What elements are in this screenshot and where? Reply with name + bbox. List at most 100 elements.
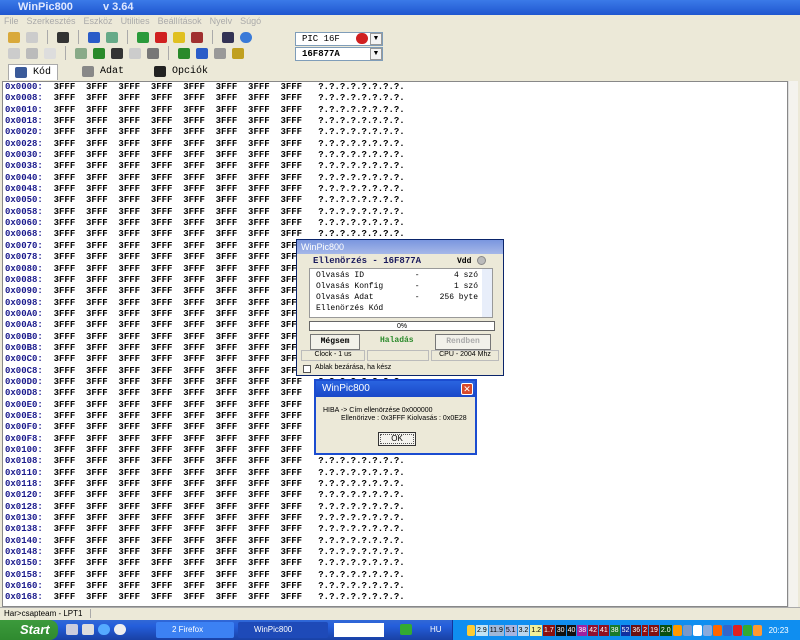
hex-ascii: ?.?.?.?.?.?.?.?. bbox=[318, 172, 405, 183]
language-indicator[interactable]: HU bbox=[430, 625, 442, 634]
hex-row: 0x0020: 3FFF 3FFF 3FFF 3FFF 3FFF 3FFF 3F… bbox=[5, 127, 787, 138]
replace-icon[interactable] bbox=[129, 47, 141, 59]
hex-address: 0x00F8: bbox=[5, 433, 43, 444]
verify-chip-icon[interactable] bbox=[173, 31, 185, 43]
tray-monitor-value[interactable]: 38 bbox=[577, 624, 588, 636]
hex-address: 0x00E8: bbox=[5, 410, 43, 421]
desktop-icon[interactable] bbox=[66, 624, 78, 635]
find-icon[interactable] bbox=[111, 47, 123, 59]
task-firefox[interactable]: 2 Firefox bbox=[156, 622, 234, 638]
update-icon[interactable] bbox=[732, 624, 742, 636]
hex-ascii: ?.?.?.?.?.?.?.?. bbox=[318, 184, 405, 195]
tab-2[interactable]: Opciók bbox=[148, 64, 214, 79]
cut-icon[interactable] bbox=[44, 47, 56, 59]
tray-monitor-value[interactable]: 3.2 bbox=[517, 624, 530, 636]
shield-icon[interactable] bbox=[467, 624, 475, 636]
menu-item[interactable]: File bbox=[4, 16, 19, 26]
media-icon[interactable] bbox=[682, 624, 692, 636]
explorer-icon[interactable] bbox=[82, 624, 94, 635]
close-when-done-checkbox[interactable] bbox=[303, 365, 311, 373]
media-icon[interactable] bbox=[114, 624, 126, 635]
tray-monitor-value[interactable]: 1.7 bbox=[543, 624, 555, 636]
antivirus-icon[interactable] bbox=[722, 624, 732, 636]
menu-item[interactable]: Beállítások bbox=[158, 16, 202, 26]
tab-label: Adat bbox=[100, 66, 125, 77]
tray-monitor-value[interactable]: 2 bbox=[642, 624, 649, 636]
tray-monitor-value[interactable]: 11.9 bbox=[488, 624, 504, 636]
close-icon[interactable]: ✕ bbox=[461, 383, 473, 395]
hex-address: 0x0098: bbox=[5, 297, 43, 308]
chevron-down-icon[interactable]: ▼ bbox=[370, 48, 382, 60]
tray-monitor-value[interactable]: 30 bbox=[555, 624, 566, 636]
tray-monitor-value[interactable]: 19 bbox=[649, 624, 659, 636]
chip-icon[interactable] bbox=[196, 47, 208, 59]
hex-address: 0x0118: bbox=[5, 479, 43, 490]
erase-icon[interactable] bbox=[191, 31, 203, 43]
log-scrollbar[interactable] bbox=[482, 269, 492, 317]
volume-icon[interactable] bbox=[692, 624, 702, 636]
clock[interactable]: 20:23 bbox=[769, 626, 789, 635]
hex-words: 3FFF 3FFF 3FFF 3FFF 3FFF 3FFF 3FFF 3FFF bbox=[53, 172, 303, 183]
paste-icon[interactable] bbox=[26, 47, 38, 59]
task-winpic800[interactable]: WinPic800 bbox=[238, 622, 328, 638]
hex-address: 0x0150: bbox=[5, 558, 43, 569]
hardware-icon[interactable] bbox=[232, 47, 244, 59]
log-line: Olvasás Adat - 256 byte bbox=[316, 293, 478, 304]
tab-label: Kód bbox=[33, 66, 52, 78]
tray-monitor-value[interactable]: 42 bbox=[588, 624, 598, 636]
verify-icon[interactable] bbox=[106, 31, 118, 43]
tray-monitor-value[interactable]: 2.9 bbox=[476, 624, 488, 636]
menu-item[interactable]: Nyelv bbox=[210, 16, 233, 26]
pointer-icon[interactable] bbox=[93, 47, 105, 59]
tray-monitor-value[interactable]: 41 bbox=[598, 624, 609, 636]
go-icon[interactable] bbox=[400, 624, 412, 635]
menu-item[interactable]: Súgó bbox=[240, 16, 261, 26]
log-count: 1 szó bbox=[453, 282, 478, 291]
tray-monitor-value[interactable]: 1.2 bbox=[530, 624, 543, 636]
info-icon[interactable] bbox=[702, 624, 712, 636]
hex-words: 3FFF 3FFF 3FFF 3FFF 3FFF 3FFF 3FFF 3FFF bbox=[53, 490, 303, 501]
network-icon[interactable] bbox=[672, 624, 682, 636]
screen-icon[interactable] bbox=[88, 31, 100, 43]
hex-row: 0x0120: 3FFF 3FFF 3FFF 3FFF 3FFF 3FFF 3F… bbox=[5, 490, 787, 501]
read-icon[interactable] bbox=[137, 31, 149, 43]
menu-item[interactable]: Utilities bbox=[121, 16, 150, 26]
hex-ascii: ?.?.?.?.?.?.?.?. bbox=[318, 592, 405, 603]
tab-0[interactable]: Kód bbox=[8, 63, 59, 80]
open-icon[interactable] bbox=[8, 31, 20, 43]
tray-monitor-value[interactable]: 52 bbox=[620, 624, 631, 636]
tray-monitor-value[interactable]: 5.1 bbox=[504, 624, 517, 636]
security-icon[interactable] bbox=[752, 624, 762, 636]
nero-search-box[interactable] bbox=[334, 623, 384, 637]
flag-icon[interactable] bbox=[712, 624, 722, 636]
write-icon[interactable] bbox=[155, 31, 167, 43]
tab-1[interactable]: Adat bbox=[76, 64, 130, 79]
hex-address: 0x0030: bbox=[5, 150, 43, 161]
tray-monitor-value[interactable]: 40 bbox=[566, 624, 577, 636]
tray-monitor-value[interactable]: 2.0 bbox=[659, 624, 672, 636]
tray-monitor-value[interactable]: 36 bbox=[631, 624, 642, 636]
chevron-down-icon[interactable]: ▼ bbox=[370, 33, 382, 45]
hex-address: 0x0050: bbox=[5, 195, 43, 206]
goto-icon[interactable] bbox=[75, 47, 87, 59]
hex-row: 0x0160: 3FFF 3FFF 3FFF 3FFF 3FFF 3FFF 3F… bbox=[5, 581, 787, 592]
detect-icon[interactable] bbox=[178, 47, 190, 59]
fill-icon[interactable] bbox=[147, 47, 159, 59]
tool-icon[interactable] bbox=[742, 624, 752, 636]
info-icon[interactable] bbox=[240, 31, 252, 43]
ok-button-disabled[interactable]: Rendben bbox=[435, 334, 491, 350]
save-icon[interactable] bbox=[57, 31, 69, 43]
menu-item[interactable]: Szerkesztés bbox=[27, 16, 76, 26]
error-ok-button[interactable]: OK bbox=[378, 432, 416, 446]
ie-icon[interactable] bbox=[98, 624, 110, 635]
vertical-scrollbar[interactable] bbox=[788, 81, 798, 607]
reload-icon[interactable] bbox=[26, 31, 38, 43]
cancel-button[interactable]: Mégsem bbox=[310, 334, 360, 350]
copy-icon[interactable] bbox=[8, 47, 20, 59]
tool-icon[interactable] bbox=[214, 47, 226, 59]
start-button[interactable]: Start bbox=[0, 620, 58, 640]
help-book-icon[interactable] bbox=[222, 31, 234, 43]
tray-monitor-value[interactable]: 38 bbox=[609, 624, 620, 636]
error-message-line2: Ellenörizve : 0x3FFF Kiolvasás : 0x0E28 bbox=[341, 415, 467, 422]
menu-item[interactable]: Eszköz bbox=[84, 16, 113, 26]
